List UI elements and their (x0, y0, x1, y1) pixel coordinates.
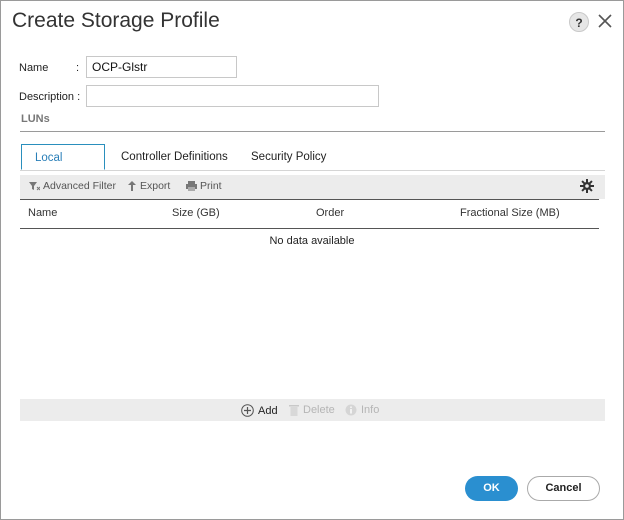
section-divider (20, 131, 605, 132)
dialog-title: Create Storage Profile (12, 9, 220, 32)
info-button[interactable]: Info (345, 404, 379, 416)
column-header-size[interactable]: Size (GB) (172, 207, 220, 219)
name-colon: : (76, 62, 80, 74)
table-toolbar: Advanced Filter Export Print (20, 175, 605, 199)
export-label: Export (140, 180, 171, 192)
advanced-filter-button[interactable]: Advanced Filter (29, 180, 116, 192)
print-button[interactable]: Print (186, 180, 222, 192)
export-button[interactable]: Export (127, 180, 170, 192)
column-header-order[interactable]: Order (316, 207, 344, 219)
tab-security-policy[interactable]: Security Policy (251, 144, 326, 170)
delete-label: Delete (303, 404, 335, 416)
table-action-bar: Add Delete Info (20, 399, 605, 421)
info-icon (345, 404, 357, 416)
print-icon (186, 181, 197, 191)
column-header-fractional-size[interactable]: Fractional Size (MB) (460, 207, 560, 219)
help-button[interactable]: ? (569, 12, 589, 32)
print-label: Print (200, 180, 222, 192)
table-header-bottom-border (20, 228, 599, 229)
name-label: Name (19, 62, 49, 74)
add-label: Add (258, 405, 278, 417)
close-icon[interactable] (595, 10, 615, 32)
ok-button[interactable]: OK (465, 476, 518, 501)
info-label: Info (361, 404, 380, 416)
cancel-button[interactable]: Cancel (527, 476, 600, 501)
plus-circle-icon (241, 404, 254, 417)
table-header-top-border (20, 199, 599, 200)
luns-section-title: LUNs (21, 113, 50, 125)
gear-icon[interactable] (580, 179, 594, 198)
create-storage-profile-dialog: Create Storage Profile ? Name : Descript… (0, 0, 624, 520)
tab-local-luns[interactable]: Local LUNs (21, 144, 105, 190)
empty-table-message: No data available (269, 235, 355, 247)
description-input[interactable] (86, 85, 379, 107)
trash-icon (289, 405, 299, 416)
advanced-filter-label: Advanced Filter (43, 180, 116, 192)
tab-controller-definitions[interactable]: Controller Definitions (121, 144, 228, 170)
tab-underline (20, 170, 605, 171)
add-button[interactable]: Add (241, 404, 278, 417)
column-header-name[interactable]: Name (28, 207, 57, 219)
name-input[interactable] (86, 56, 237, 78)
description-label: Description : (19, 91, 81, 103)
delete-button[interactable]: Delete (289, 404, 335, 416)
filter-icon (29, 182, 41, 191)
export-icon (128, 181, 136, 191)
